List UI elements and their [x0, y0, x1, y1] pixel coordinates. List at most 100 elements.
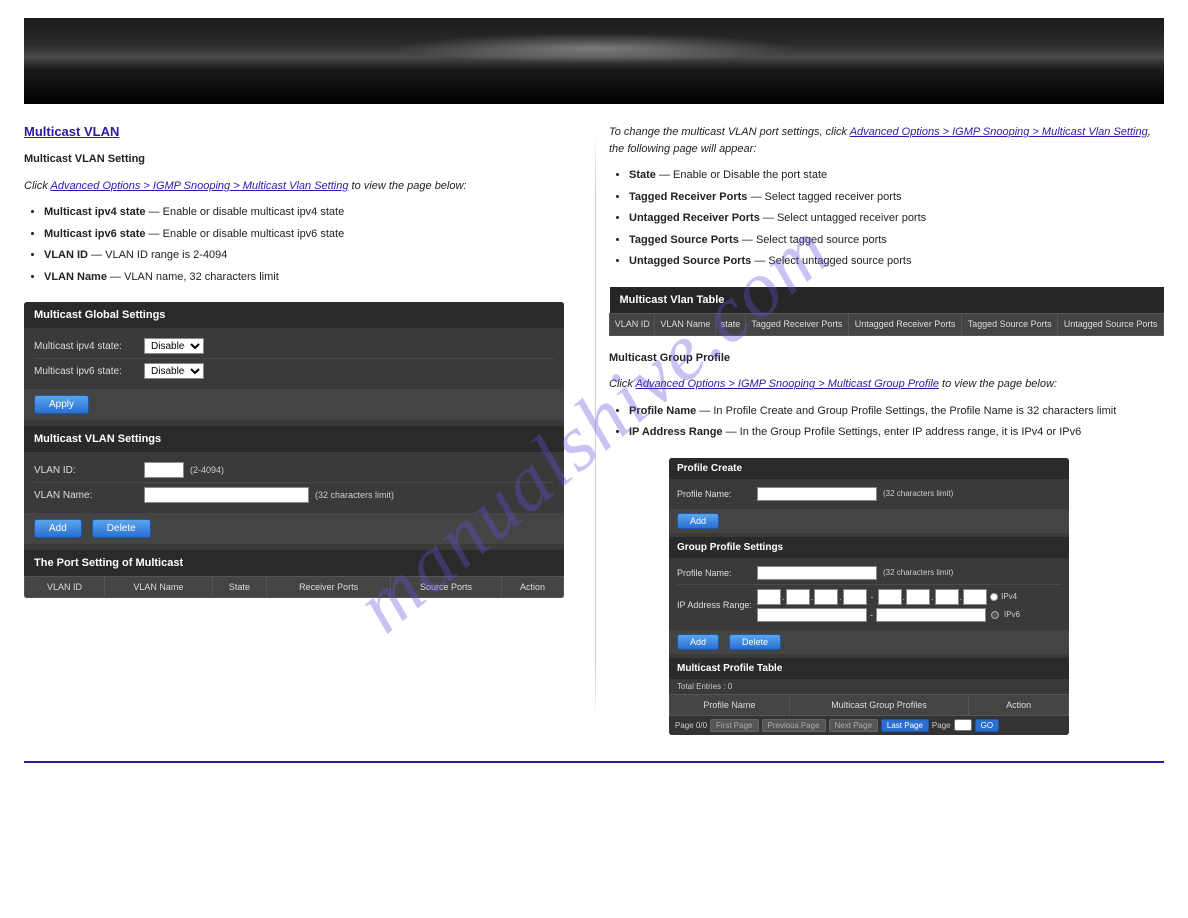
ipv4-oct[interactable] [935, 589, 959, 605]
subsection-heading-group-profile: Multicast Group Profile [609, 350, 1164, 367]
delete-group-button[interactable]: Delete [729, 634, 781, 650]
label-ipv4-state: Multicast ipv4 state: [34, 341, 144, 352]
ipv4-oct[interactable] [878, 589, 902, 605]
row-group-name: Profile Name: (32 characters limit) [677, 562, 1061, 584]
page-input[interactable] [954, 719, 972, 731]
th-state: state [716, 313, 745, 335]
th-state: State [212, 577, 267, 598]
button-row-vlan: Add Delete [24, 513, 564, 544]
field-list-vlan-setting: Multicast ipv4 state — Enable or disable… [44, 204, 579, 286]
ipv4-oct[interactable] [757, 589, 781, 605]
th-tag-src: Tagged Source Ports [962, 313, 1058, 335]
th-vlan-id: VLAN ID [25, 577, 105, 598]
list-item: Multicast ipv4 state — Enable or disable… [44, 204, 579, 222]
label-profile-name: Profile Name: [677, 489, 757, 499]
button-row: Apply [24, 389, 564, 420]
row-vlan-id: VLAN ID: (2-4094) [34, 458, 554, 482]
ipv4-oct[interactable] [843, 589, 867, 605]
th-vlan-name: VLAN Name [655, 313, 716, 335]
list-item: State — Enable or Disable the port state [629, 167, 1164, 185]
ipv6-to[interactable] [876, 608, 986, 622]
apply-button[interactable]: Apply [34, 395, 89, 414]
left-column: Multicast VLAN Multicast VLAN Setting Cl… [24, 124, 579, 741]
th-action: Action [969, 694, 1069, 715]
group-name-input[interactable] [757, 566, 877, 580]
add-group-button[interactable]: Add [677, 634, 719, 650]
header-banner [24, 18, 1164, 104]
vlan-name-hint: (32 characters limit) [315, 490, 394, 500]
list-item: Multicast ipv6 state — Enable or disable… [44, 226, 579, 244]
page-label: Page [932, 721, 951, 730]
page-of: Page 0/0 [675, 721, 707, 730]
th-untag-src: Untagged Source Ports [1058, 313, 1164, 335]
label-group-name: Profile Name: [677, 568, 757, 578]
nav-path-vlan-setting: Click Advanced Options > IGMP Snooping >… [24, 178, 579, 195]
port-setting-table: VLAN ID VLAN Name State Receiver Ports S… [24, 576, 564, 598]
th-profile-name: Profile Name [670, 694, 790, 715]
section-title-multicast-vlan: Multicast VLAN [24, 124, 579, 139]
panel-header-profile-table: Multicast Profile Table [669, 658, 1069, 679]
nav-path-port-settings: To change the multicast VLAN port settin… [609, 124, 1164, 157]
panel-header-vlan: Multicast VLAN Settings [24, 426, 564, 452]
th-vlan-name: VLAN Name [105, 577, 212, 598]
multicast-vlan-table: Multicast Vlan Table VLAN ID VLAN Name s… [609, 287, 1164, 336]
pager: Page 0/0 First Page Previous Page Next P… [669, 716, 1069, 735]
ipv4-oct[interactable] [963, 589, 987, 605]
add-profile-button[interactable]: Add [677, 513, 719, 529]
ipv6-label: IPv6 [1004, 610, 1020, 619]
first-page-button[interactable]: First Page [710, 719, 758, 732]
delete-button[interactable]: Delete [92, 519, 151, 538]
list-item: IP Address Range — In the Group Profile … [629, 424, 1164, 442]
panel-header-port: The Port Setting of Multicast [24, 550, 564, 576]
label-vlan-id: VLAN ID: [34, 465, 144, 476]
vlan-name-input[interactable] [144, 487, 309, 503]
mvlan-title: Multicast Vlan Table [610, 287, 1164, 314]
list-item: VLAN Name — VLAN name, 32 characters lim… [44, 269, 579, 287]
row-vlan-name: VLAN Name: (32 characters limit) [34, 482, 554, 507]
row-profile-name: Profile Name: (32 characters limit) [677, 483, 1061, 505]
th-receiver: Receiver Ports [267, 577, 391, 598]
ipv4-label: IPv4 [1001, 592, 1017, 601]
th-tag-rx: Tagged Receiver Ports [745, 313, 848, 335]
profile-table: Profile Name Multicast Group Profiles Ac… [669, 694, 1069, 716]
add-button[interactable]: Add [34, 519, 82, 538]
ipv4-oct[interactable] [814, 589, 838, 605]
radio-ipv4[interactable] [990, 593, 998, 601]
nav-path-group-profile: Click Advanced Options > IGMP Snooping >… [609, 376, 1164, 393]
select-ipv4-state[interactable]: Disabled [144, 338, 204, 354]
panel-header-create: Profile Create [669, 458, 1069, 479]
radio-ipv6[interactable] [991, 611, 999, 619]
panel-header-group: Group Profile Settings [669, 537, 1069, 558]
go-button[interactable]: GO [975, 719, 999, 732]
row-ipv4-state: Multicast ipv4 state: Disabled [34, 334, 554, 358]
ipv4-oct[interactable] [906, 589, 930, 605]
field-list-group-profile: Profile Name — In Profile Create and Gro… [629, 403, 1164, 442]
row-ipv6-state: Multicast ipv6 state: Disabled [34, 358, 554, 383]
vlan-id-input[interactable] [144, 462, 184, 478]
last-page-button[interactable]: Last Page [881, 719, 929, 732]
th-action: Action [502, 577, 564, 598]
row-ip-range: IP Address Range: . . . - . . . IP [677, 584, 1061, 626]
ipv6-from[interactable] [757, 608, 867, 622]
list-item: Untagged Source Ports — Select untagged … [629, 253, 1164, 271]
ipv4-oct[interactable] [786, 589, 810, 605]
subsection-heading-vlan-setting: Multicast VLAN Setting [24, 151, 579, 168]
label-vlan-name: VLAN Name: [34, 490, 144, 501]
total-entries: Total Entries : 0 [669, 679, 1069, 694]
label-ipv6-state: Multicast ipv6 state: [34, 366, 144, 377]
field-list-port-settings: State — Enable or Disable the port state… [629, 167, 1164, 271]
footer-rule [24, 761, 1164, 763]
content-columns: Multicast VLAN Multicast VLAN Setting Cl… [0, 104, 1188, 761]
profile-name-input[interactable] [757, 487, 877, 501]
next-page-button[interactable]: Next Page [829, 719, 878, 732]
label-ip-range: IP Address Range: [677, 600, 757, 610]
prev-page-button[interactable]: Previous Page [762, 719, 826, 732]
list-item: Untagged Receiver Ports — Select untagge… [629, 210, 1164, 228]
column-divider [595, 134, 596, 721]
select-ipv6-state[interactable]: Disabled [144, 363, 204, 379]
th-group-profiles: Multicast Group Profiles [789, 694, 969, 715]
right-column: To change the multicast VLAN port settin… [609, 124, 1164, 741]
group-name-hint: (32 characters limit) [883, 568, 953, 577]
list-item: VLAN ID — VLAN ID range is 2-4094 [44, 247, 579, 265]
panel-header: Multicast Global Settings [24, 302, 564, 328]
